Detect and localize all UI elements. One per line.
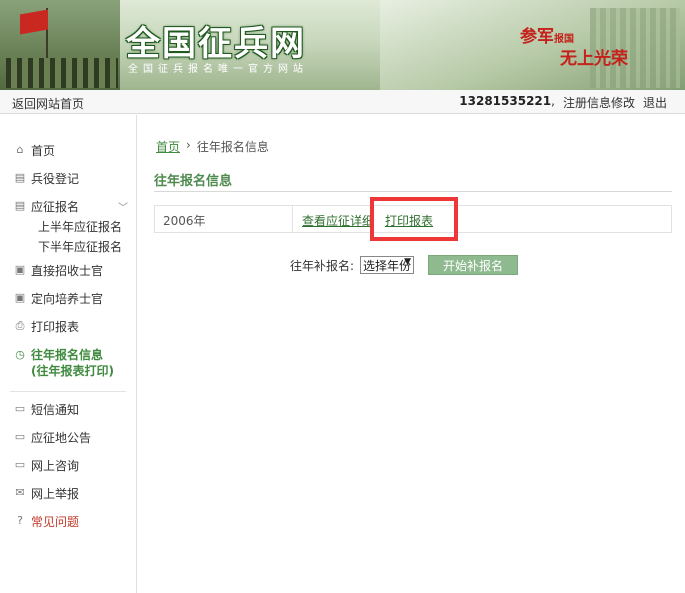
chat-icon: ▭	[14, 402, 26, 415]
sidebar-item-first-half-enlistment[interactable]: 上半年应征报名	[0, 217, 136, 237]
makeup-registration-bar: 往年补报名: 选择年份 ▼ 开始补报名	[290, 255, 519, 275]
highlight-box	[370, 197, 458, 241]
history-icon: ◷	[15, 348, 25, 361]
sidebar-item-past-registration[interactable]: ◷ 往年报名信息 (往年报表打印)	[0, 345, 136, 391]
makeup-label: 往年补报名:	[290, 258, 355, 273]
sidebar-item-online-report[interactable]: ✉ 网上举报	[0, 484, 136, 512]
slogan-bottom: 无上光荣	[560, 49, 628, 69]
sidebar: ⌂ 首页 ▤ 兵役登记 ▤ 应征报名 ﹀ 上半年应征报名 下半年应征报名 ▣ 直…	[0, 115, 137, 593]
home-icon: ⌂	[16, 143, 24, 156]
sidebar-item-online-consult[interactable]: ▭ 网上咨询	[0, 456, 136, 484]
page-title: 往年报名信息	[154, 174, 233, 189]
chevron-right-icon: ›	[186, 138, 191, 152]
sidebar-nav: ⌂ 首页 ▤ 兵役登记 ▤ 应征报名 ﹀ 上半年应征报名 下半年应征报名 ▣ 直…	[0, 115, 136, 540]
site-subtitle: 全国征兵报名唯一官方网站	[128, 64, 308, 75]
breadcrumb-current: 往年报名信息	[196, 140, 269, 154]
user-card-icon: ▣	[14, 291, 26, 304]
sidebar-item-second-half-enlistment[interactable]: 下半年应征报名	[0, 237, 136, 261]
user-info: 13281535221, 注册信息修改 退出	[459, 94, 667, 111]
sidebar-item-sms-notice[interactable]: ▭ 短信通知	[0, 400, 136, 428]
sidebar-item-home[interactable]: ⌂ 首页	[0, 141, 136, 169]
chat-icon: ▭	[14, 458, 26, 471]
sidebar-item-direct-nco[interactable]: ▣ 直接招收士官	[0, 261, 136, 289]
record-year: 2006年	[163, 214, 206, 228]
question-icon: ?	[17, 514, 23, 527]
sidebar-divider	[10, 391, 126, 392]
sidebar-item-directed-nco[interactable]: ▣ 定向培养士官	[0, 289, 136, 317]
title-divider	[154, 191, 672, 192]
sidebar-item-faq[interactable]: ? 常见问题	[0, 512, 136, 540]
user-card-icon: ▣	[14, 263, 26, 276]
edit-registration-link[interactable]: 注册信息修改	[563, 94, 635, 111]
breadcrumb: 首页 › 往年报名信息	[156, 138, 269, 155]
view-detail-link[interactable]: 查看应征详细	[302, 212, 375, 229]
sidebar-item-military-registration[interactable]: ▤ 兵役登记	[0, 169, 136, 197]
mail-icon: ✉	[15, 486, 25, 499]
soldiers-image	[0, 0, 120, 90]
sidebar-item-local-notice[interactable]: ▭ 应征地公告	[0, 428, 136, 456]
user-phone: 13281535221	[459, 94, 552, 108]
year-select[interactable]: 选择年份 ▼	[360, 256, 415, 274]
form-icon: ▤	[14, 199, 26, 212]
flag-icon	[20, 9, 48, 35]
sidebar-item-enlistment[interactable]: ▤ 应征报名 ﹀	[0, 197, 136, 217]
printer-icon: ⎙	[15, 319, 25, 332]
return-home-link[interactable]: 返回网站首页	[12, 95, 84, 112]
sidebar-item-print-report[interactable]: ⎙ 打印报表	[0, 317, 136, 345]
site-title: 全国征兵网	[126, 24, 306, 64]
logout-link[interactable]: 退出	[643, 94, 667, 111]
dropdown-arrow-icon: ▼	[404, 257, 412, 267]
top-bar: 返回网站首页 13281535221, 注册信息修改 退出	[0, 90, 685, 114]
chat-icon: ▭	[14, 430, 26, 443]
site-banner: 全国征兵网 全国征兵报名唯一官方网站 参军报国 无上光荣	[0, 0, 685, 90]
breadcrumb-home-link[interactable]: 首页	[156, 138, 180, 155]
chevron-down-icon[interactable]: ﹀	[118, 199, 128, 219]
form-icon: ▤	[14, 171, 26, 184]
start-makeup-button[interactable]: 开始补报名	[428, 255, 519, 275]
